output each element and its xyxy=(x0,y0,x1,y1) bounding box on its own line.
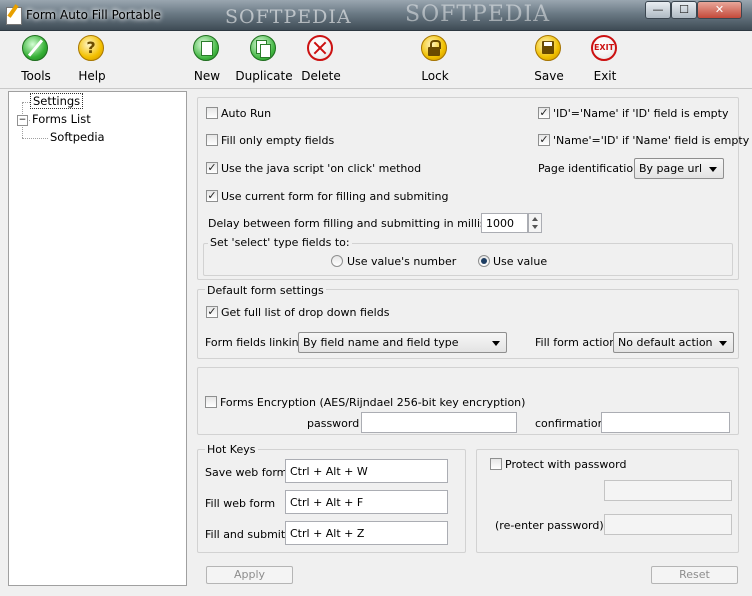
lock-label: Lock xyxy=(421,69,449,83)
help-button[interactable]: ? Help xyxy=(57,35,127,83)
use-value-radio[interactable] xyxy=(478,255,490,267)
page-identification-label: Page identification xyxy=(538,162,641,175)
tree-expander-icon[interactable]: − xyxy=(17,115,28,126)
tree-connector xyxy=(22,102,30,103)
protect-checkbox[interactable] xyxy=(490,458,502,470)
close-button[interactable]: ✕ xyxy=(697,1,742,19)
password-label: password xyxy=(307,417,360,430)
use-javascript-checkbox[interactable]: ✓ xyxy=(206,162,218,174)
confirmation-field[interactable] xyxy=(601,412,730,433)
lock-button[interactable]: Lock xyxy=(400,35,470,83)
save-hotkey-label: Save web form xyxy=(205,466,288,479)
fill-action-value: No default action xyxy=(618,336,713,349)
settings-panel: Auto Run Fill only empty fields ✓ Use th… xyxy=(190,90,750,590)
linking-label: Form fields linking xyxy=(205,336,306,349)
exit-icon: EXIT xyxy=(591,35,619,63)
use-javascript-label: Use the java script 'on click' method xyxy=(221,162,422,175)
linking-value: By field name and field type xyxy=(303,336,459,349)
name-id-checkbox[interactable]: ✓ xyxy=(538,134,550,146)
delay-spinner[interactable] xyxy=(528,213,542,233)
title-bar[interactable]: Form Auto Fill Portable SOFTPEDIA SOFTPE… xyxy=(0,0,752,31)
use-value-label: Use value xyxy=(493,255,548,268)
encryption-label: Forms Encryption (AES/Rijndael 256-bit k… xyxy=(220,396,526,409)
tree-item-settings[interactable]: Settings xyxy=(29,93,84,109)
exit-label: Exit xyxy=(593,69,617,83)
fill-only-empty-label: Fill only empty fields xyxy=(221,134,335,147)
tree-connector xyxy=(22,138,48,139)
delay-input[interactable]: 1000 xyxy=(481,213,528,233)
hotkeys-title: Hot Keys xyxy=(205,443,258,456)
use-current-form-checkbox[interactable]: ✓ xyxy=(206,190,218,202)
select-type-label: Set 'select' type fields to: xyxy=(208,236,352,249)
spinner-up-icon[interactable] xyxy=(532,217,538,221)
reset-button[interactable]: Reset xyxy=(651,566,738,584)
watermark: SOFTPEDIA xyxy=(225,6,352,28)
protect-password-field[interactable] xyxy=(604,480,732,501)
fill-hotkey-label: Fill web form xyxy=(205,497,276,510)
apply-button[interactable]: Apply xyxy=(206,566,293,584)
use-value-number-radio[interactable] xyxy=(331,255,343,267)
id-name-label: 'ID'='Name' if 'ID' field is empty xyxy=(553,107,729,120)
reenter-password-field[interactable] xyxy=(604,514,732,535)
use-current-form-label: Use current form for filling and submiti… xyxy=(221,190,449,203)
submit-hotkey-label: Fill and submit xyxy=(205,528,286,541)
window-title: Form Auto Fill Portable xyxy=(26,8,162,22)
id-name-checkbox[interactable]: ✓ xyxy=(538,107,550,119)
auto-run-checkbox[interactable] xyxy=(206,107,218,119)
reenter-label: (re-enter password) xyxy=(495,519,604,532)
pencil-icon xyxy=(22,35,50,63)
help-icon: ? xyxy=(78,35,106,63)
help-label: Help xyxy=(78,69,106,83)
tree-item-forms-list[interactable]: Forms List xyxy=(32,112,91,126)
minimize-button[interactable]: — xyxy=(645,1,671,19)
use-value-number-label: Use value's number xyxy=(347,255,457,268)
delay-label: Delay between form filling and submittin… xyxy=(208,217,526,230)
exit-button[interactable]: EXIT Exit xyxy=(570,35,640,83)
password-field[interactable] xyxy=(361,412,517,433)
app-icon xyxy=(6,7,22,25)
page-identification-value: By page url xyxy=(639,162,703,175)
linking-select[interactable]: By field name and field type xyxy=(298,332,507,353)
full-list-label: Get full list of drop down fields xyxy=(221,306,390,319)
delete-label: Delete xyxy=(301,69,341,83)
delete-icon xyxy=(307,35,335,63)
save-hotkey-input[interactable]: Ctrl + Alt + W xyxy=(285,459,448,483)
chevron-down-icon xyxy=(719,341,727,346)
spinner-down-icon[interactable] xyxy=(532,225,538,229)
encryption-checkbox[interactable] xyxy=(205,396,217,408)
confirmation-label: confirmation xyxy=(535,417,605,430)
name-id-label: 'Name'='ID' if 'Name' field is empty xyxy=(553,134,750,147)
protect-label: Protect with password xyxy=(505,458,627,471)
fill-action-select[interactable]: No default action xyxy=(613,332,734,353)
fill-action-label: Fill form action xyxy=(535,336,617,349)
lock-icon xyxy=(421,35,449,63)
submit-hotkey-input[interactable]: Ctrl + Alt + Z xyxy=(285,521,448,545)
default-settings-title: Default form settings xyxy=(205,284,326,297)
delete-button[interactable]: Delete xyxy=(286,35,356,83)
fill-hotkey-input[interactable]: Ctrl + Alt + F xyxy=(285,490,448,514)
duplicate-icon xyxy=(250,35,278,63)
maximize-button[interactable]: ☐ xyxy=(671,1,697,19)
chevron-down-icon xyxy=(709,167,717,172)
tree-item-softpedia[interactable]: Softpedia xyxy=(50,130,105,144)
new-document-icon xyxy=(193,35,221,63)
save-icon xyxy=(535,35,563,63)
full-list-checkbox[interactable]: ✓ xyxy=(206,306,218,318)
auto-run-label: Auto Run xyxy=(221,107,272,120)
chevron-down-icon xyxy=(492,341,500,346)
navigation-tree[interactable]: − Settings Forms List Softpedia xyxy=(8,91,187,586)
watermark: SOFTPEDIA xyxy=(405,2,551,27)
fill-only-empty-checkbox[interactable] xyxy=(206,134,218,146)
page-identification-select[interactable]: By page url xyxy=(634,158,724,179)
toolbar: Tools ? Help New Duplicate Delete Lock S… xyxy=(0,31,752,89)
